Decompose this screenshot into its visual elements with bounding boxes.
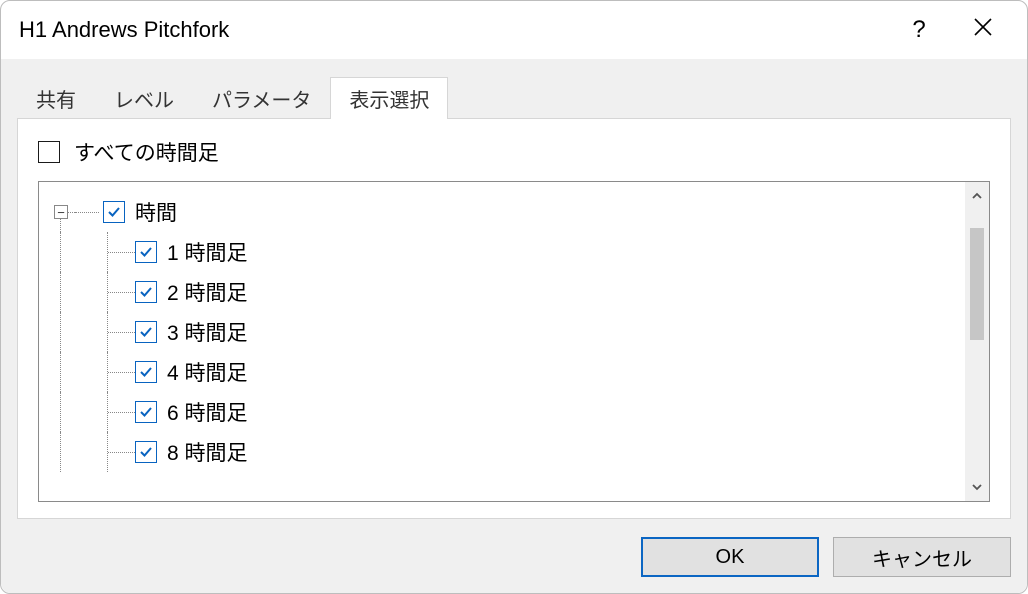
tree-child-checkbox[interactable] xyxy=(135,441,157,463)
tree-child-checkbox[interactable] xyxy=(135,401,157,423)
expander-toggle[interactable]: − xyxy=(54,205,68,219)
tree-child-label: 8 時間足 xyxy=(167,437,248,467)
cancel-button[interactable]: キャンセル xyxy=(833,537,1011,577)
tabstrip: 共有 レベル パラメータ 表示選択 xyxy=(17,78,1011,118)
all-timeframes-label: すべての時間足 xyxy=(74,137,219,167)
tree-root-checkbox[interactable] xyxy=(103,201,125,223)
tree-child-row: 6 時間足 xyxy=(47,392,957,432)
tree-child-row: 8 時間足 xyxy=(47,432,957,472)
tab-display-select[interactable]: 表示選択 xyxy=(330,77,448,119)
tree-root-row: − 時間 xyxy=(47,192,957,232)
tab-share[interactable]: 共有 xyxy=(17,77,95,119)
client-area: 共有 レベル パラメータ 表示選択 すべての時間足 − xyxy=(1,59,1027,593)
scroll-down-icon[interactable] xyxy=(965,473,989,501)
tab-levels[interactable]: レベル xyxy=(95,77,193,119)
tree-root-label: 時間 xyxy=(135,197,177,227)
vertical-scrollbar[interactable] xyxy=(965,182,989,501)
tree-child-checkbox[interactable] xyxy=(135,321,157,343)
tree-child-label: 4 時間足 xyxy=(167,357,248,387)
dialog-window: H1 Andrews Pitchfork ? 共有 レベル パラメータ 表示選択… xyxy=(0,0,1028,594)
help-icon: ? xyxy=(912,16,925,44)
tree-child-checkbox[interactable] xyxy=(135,241,157,263)
all-timeframes-row: すべての時間足 xyxy=(38,137,990,167)
tree-child-row: 4 時間足 xyxy=(47,352,957,392)
scroll-thumb[interactable] xyxy=(970,228,984,340)
close-button[interactable] xyxy=(951,1,1015,59)
minus-icon: − xyxy=(57,206,65,219)
tree-child-checkbox[interactable] xyxy=(135,361,157,383)
tab-parameters[interactable]: パラメータ xyxy=(193,77,330,119)
titlebar: H1 Andrews Pitchfork ? xyxy=(1,1,1027,59)
ok-button[interactable]: OK xyxy=(641,537,819,577)
tree-child-label: 2 時間足 xyxy=(167,277,248,307)
timeframe-tree: − 時間 xyxy=(38,181,990,502)
tree-child-row: 2 時間足 xyxy=(47,272,957,312)
all-timeframes-checkbox[interactable] xyxy=(38,141,60,163)
tree-child-label: 3 時間足 xyxy=(167,317,248,347)
dialog-buttons: OK キャンセル xyxy=(17,537,1011,577)
tree-child-label: 6 時間足 xyxy=(167,397,248,427)
tree-child-label: 1 時間足 xyxy=(167,237,248,267)
tree-child-row: 3 時間足 xyxy=(47,312,957,352)
tree-child-checkbox[interactable] xyxy=(135,281,157,303)
window-title: H1 Andrews Pitchfork xyxy=(19,17,229,43)
scroll-up-icon[interactable] xyxy=(965,182,989,210)
close-icon xyxy=(973,17,993,43)
help-button[interactable]: ? xyxy=(887,1,951,59)
tree-child-row: 1 時間足 xyxy=(47,232,957,272)
tab-body: すべての時間足 − xyxy=(17,118,1011,519)
